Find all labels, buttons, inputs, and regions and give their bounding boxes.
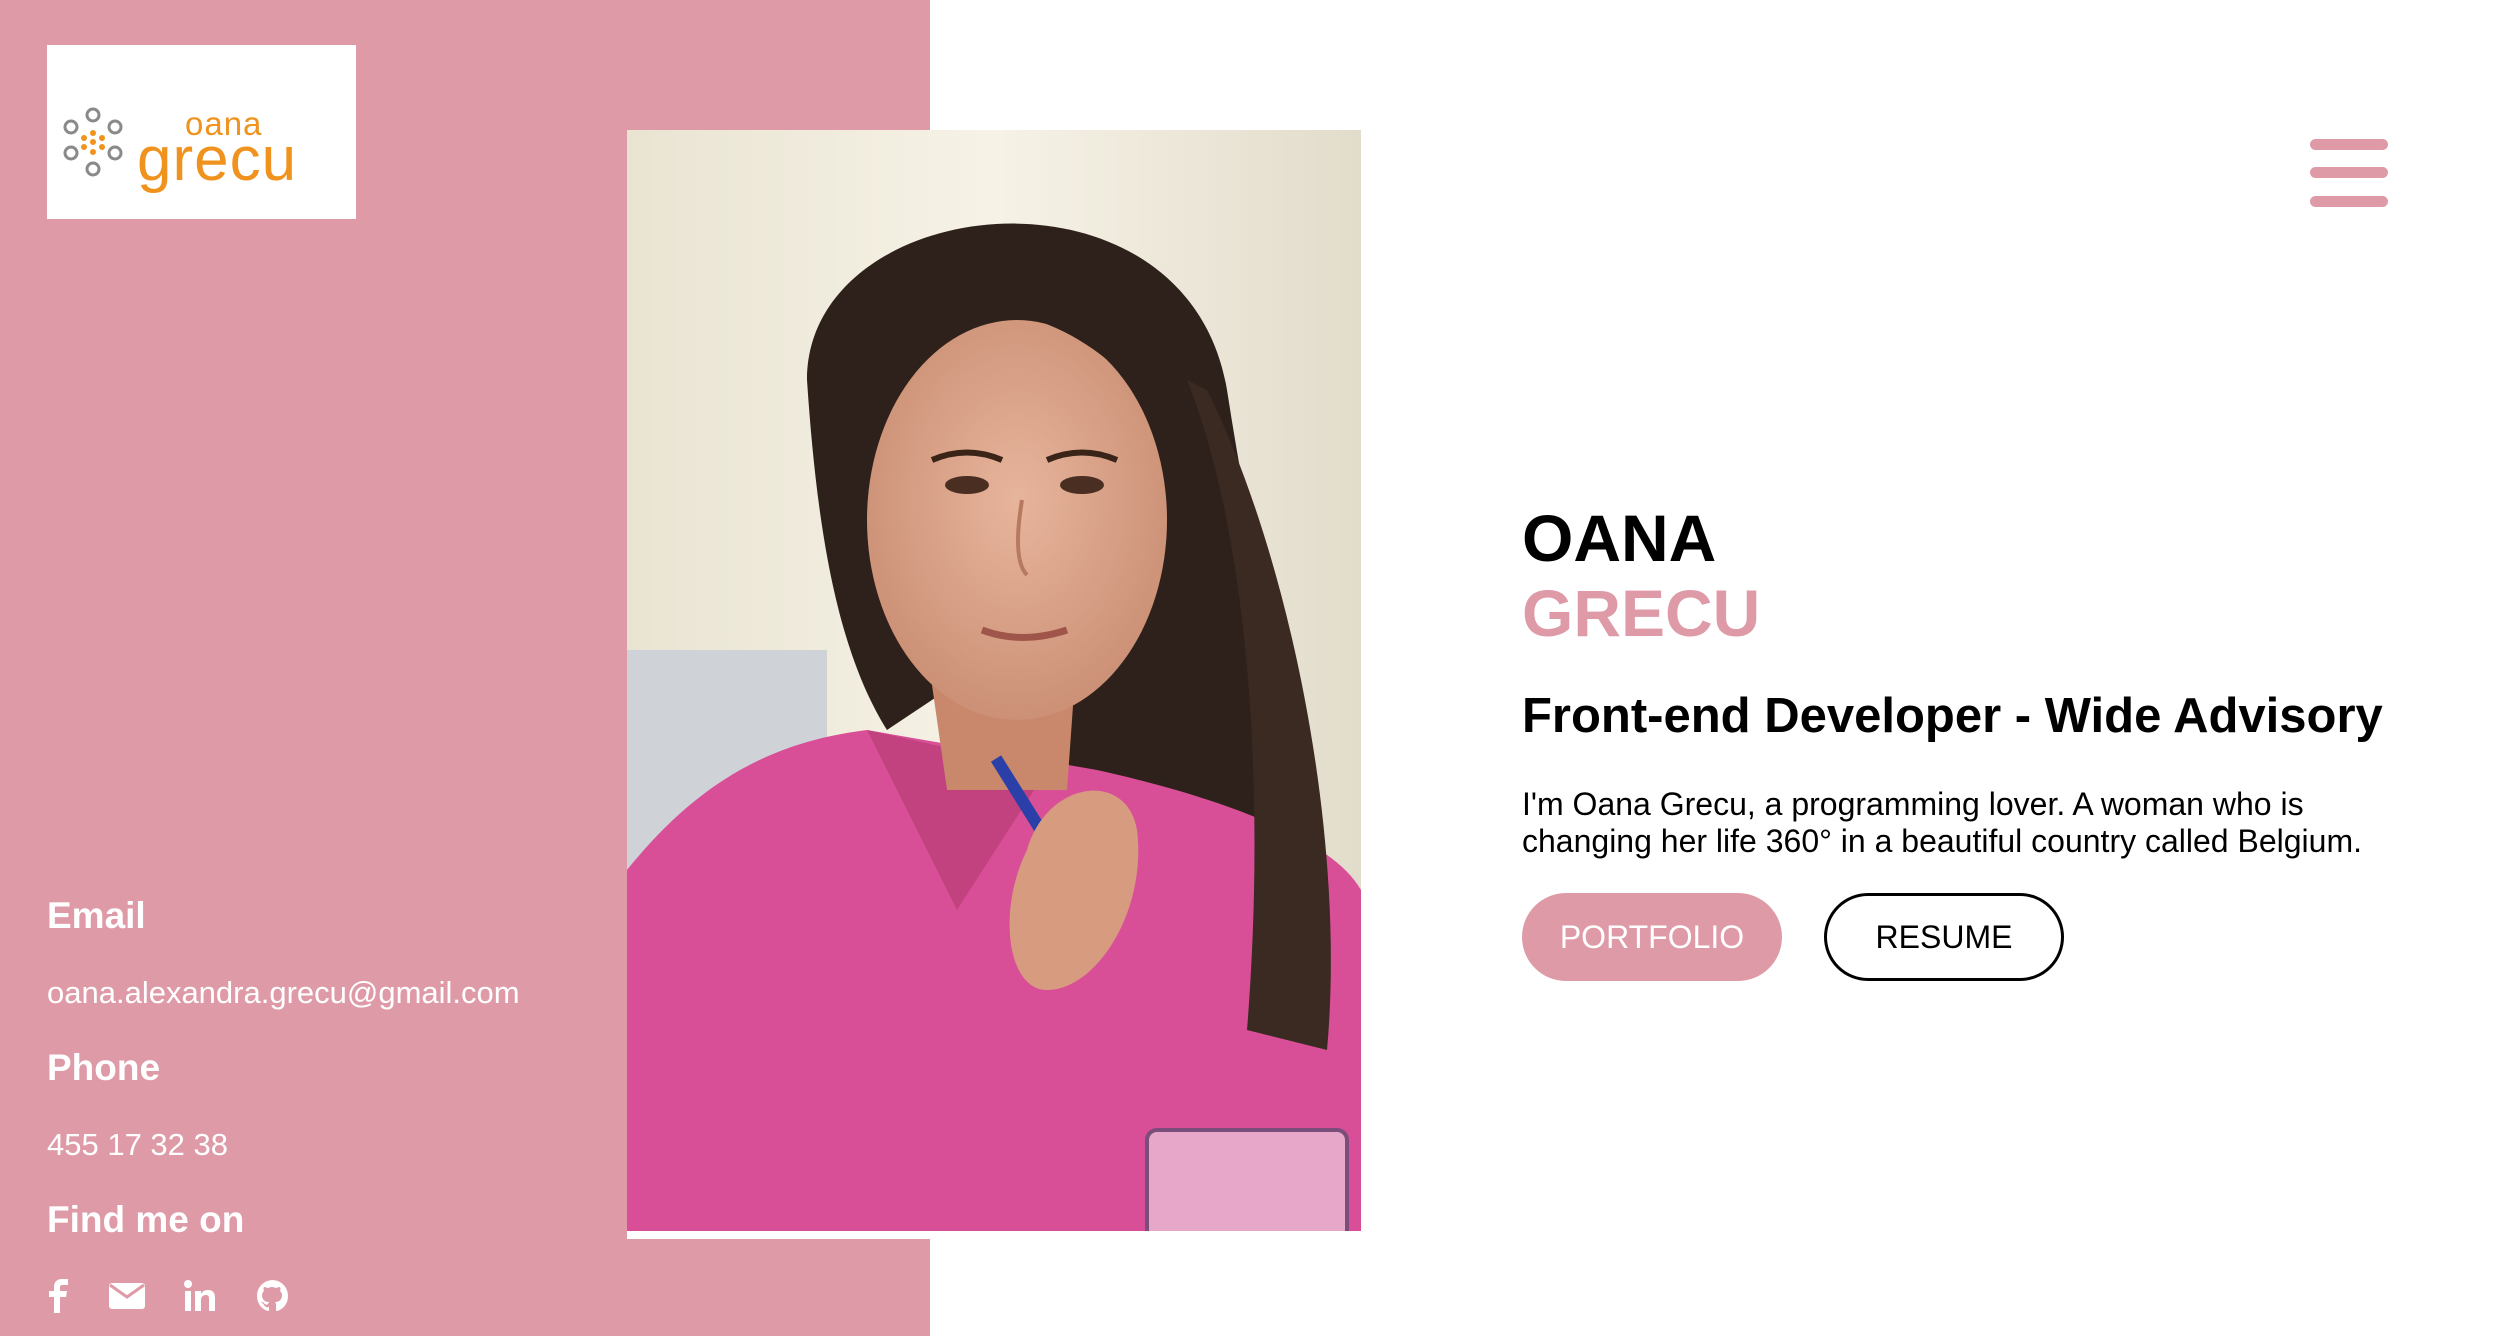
profile-photo [627, 130, 1361, 1231]
email-heading: Email [47, 895, 146, 936]
site-logo[interactable]: oana grecu [47, 45, 356, 219]
phone-value[interactable]: 455 17 32 38 [47, 1127, 228, 1163]
hamburger-menu-icon[interactable] [2310, 136, 2390, 210]
resume-button[interactable]: RESUME [1824, 893, 2064, 981]
bio-text: I'm Oana Grecu, a programming lover. A w… [1522, 786, 2362, 859]
logo-bottom-text: grecu [137, 125, 298, 194]
last-name-heading: GRECU [1522, 576, 1761, 650]
social-heading: Find me on [47, 1199, 245, 1240]
photo-edge [627, 1231, 930, 1239]
portfolio-button[interactable]: PORTFOLIO [1522, 893, 1782, 981]
phone-heading: Phone [47, 1047, 161, 1088]
role-title: Front-end Developer - Wide Advisory [1522, 689, 2383, 743]
facebook-icon[interactable] [38, 1276, 78, 1316]
logo-dots-icon [63, 107, 123, 177]
github-icon[interactable] [253, 1276, 293, 1316]
envelope-icon[interactable] [107, 1276, 147, 1316]
first-name-heading: OANA [1522, 501, 1717, 575]
linkedin-icon[interactable] [180, 1276, 220, 1316]
email-value[interactable]: oana.alexandra.grecu@gmail.com [47, 975, 520, 1011]
